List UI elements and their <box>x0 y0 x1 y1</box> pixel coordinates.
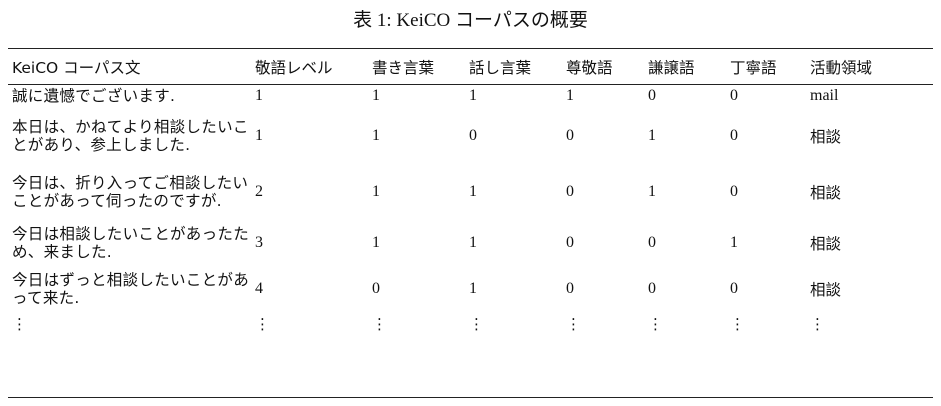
table-caption: 表 1: KeiCO コーパスの概要 <box>353 10 588 31</box>
table-row: 今日はずっと相談したいことがあって来た. 4 0 1 0 0 0 相談 <box>8 266 933 312</box>
header-written: 書き言葉 <box>372 58 435 77</box>
header-sonkeigo: 尊敬語 <box>566 58 613 77</box>
kenjougo-cell: 0 <box>648 87 656 104</box>
ellipsis-mark: ⋮ <box>810 315 825 333</box>
keigo-level-cell: 4 <box>255 280 263 297</box>
ellipsis-mark: ⋮ <box>648 315 663 333</box>
domain-cell: 相談 <box>810 184 842 202</box>
written-cell: 1 <box>372 234 380 251</box>
spoken-cell: 0 <box>469 127 477 144</box>
sentence-cell: 誠に遺憾でございます. <box>12 87 176 105</box>
written-cell: 1 <box>372 127 380 144</box>
table-row: 誠に遺憾でございます. 1 1 1 1 0 0 mail <box>8 84 933 108</box>
keigo-level-cell: 2 <box>255 183 263 200</box>
table-row: 今日は相談したいことがあったため、来ました. 3 1 1 0 0 1 相談 <box>8 220 933 266</box>
ellipsis-mark: ⋮ <box>372 315 387 333</box>
header-domain: 活動領域 <box>810 58 873 77</box>
teineigo-cell: 0 <box>730 127 738 144</box>
continuation-row: ⋮ ⋮ ⋮ ⋮ ⋮ ⋮ ⋮ ⋮ <box>8 312 933 352</box>
sentence-cell: 今日はずっと相談したいことがあって来た. <box>12 271 250 307</box>
ellipsis-mark: ⋮ <box>566 315 581 333</box>
spoken-cell: 1 <box>469 280 477 297</box>
written-cell: 1 <box>372 183 380 200</box>
domain-cell: 相談 <box>810 281 842 299</box>
ellipsis-mark: ⋮ <box>255 315 270 333</box>
ellipsis-mark: ⋮ <box>469 315 484 333</box>
sonkeigo-cell: 1 <box>566 87 574 104</box>
bottom-rule <box>8 397 933 398</box>
sentence-cell: 今日は相談したいことがあったため、来ました. <box>12 225 250 261</box>
keigo-level-cell: 1 <box>255 127 263 144</box>
keigo-level-cell: 3 <box>255 234 263 251</box>
domain-cell: mail <box>810 87 839 104</box>
sentence-cell: 今日は、折り入ってご相談したいことがあって伺ったのですが. <box>12 174 249 210</box>
sonkeigo-cell: 0 <box>566 183 574 200</box>
ellipsis-mark: ⋮ <box>12 315 27 333</box>
spoken-cell: 1 <box>469 183 477 200</box>
table-row: 本日は、かねてより相談したいことがあり、参上しました. 1 1 0 0 1 0 … <box>8 108 933 164</box>
kenjougo-cell: 1 <box>648 127 656 144</box>
spoken-cell: 1 <box>469 87 477 104</box>
written-cell: 0 <box>372 280 380 297</box>
kenjougo-cell: 1 <box>648 183 656 200</box>
header-keigo-level: 敬語レベル <box>255 58 333 77</box>
table-row: 今日は、折り入ってご相談したいことがあって伺ったのですが. 2 1 1 0 1 … <box>8 164 933 220</box>
keico-corpus-table: KeiCO コーパス文 敬語レベル 書き言葉 話し言葉 尊敬語 謙譲語 丁寧語 … <box>8 49 933 352</box>
teineigo-cell: 1 <box>730 234 738 251</box>
sonkeigo-cell: 0 <box>566 234 574 251</box>
sonkeigo-cell: 0 <box>566 280 574 297</box>
written-cell: 1 <box>372 87 380 104</box>
spoken-cell: 1 <box>469 234 477 251</box>
header-sentence: KeiCO コーパス文 <box>12 58 141 77</box>
kenjougo-cell: 0 <box>648 234 656 251</box>
teineigo-cell: 0 <box>730 280 738 297</box>
header-kenjougo: 謙譲語 <box>648 58 695 77</box>
domain-cell: 相談 <box>810 235 842 253</box>
header-row: KeiCO コーパス文 敬語レベル 書き言葉 話し言葉 尊敬語 謙譲語 丁寧語 … <box>8 49 933 84</box>
teineigo-cell: 0 <box>730 183 738 200</box>
sentence-cell: 本日は、かねてより相談したいことがあり、参上しました. <box>12 118 249 154</box>
keigo-level-cell: 1 <box>255 87 263 104</box>
teineigo-cell: 0 <box>730 87 738 104</box>
header-spoken: 話し言葉 <box>469 58 532 77</box>
sonkeigo-cell: 0 <box>566 127 574 144</box>
kenjougo-cell: 0 <box>648 280 656 297</box>
header-teineigo: 丁寧語 <box>730 58 777 77</box>
domain-cell: 相談 <box>810 128 842 146</box>
ellipsis-mark: ⋮ <box>730 315 745 333</box>
